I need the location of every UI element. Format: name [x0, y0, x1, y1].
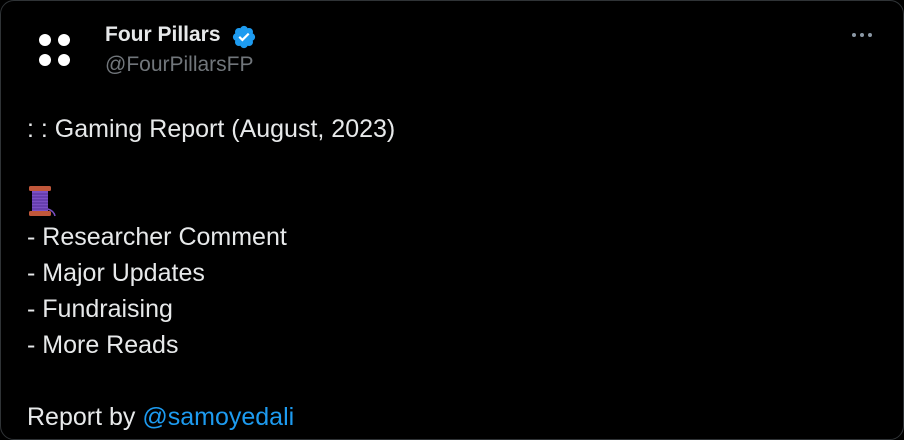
avatar[interactable] — [27, 25, 87, 85]
more-dot-icon — [860, 33, 864, 37]
tweet-text: : : Gaming Report (August, 2023) - Resea… — [27, 111, 867, 435]
list-item: - Researcher Comment — [27, 223, 287, 251]
thread-emoji-line — [27, 183, 867, 219]
tweet-card: Four Pillars @FourPillarsFP : : Gaming R… — [0, 0, 904, 440]
avatar-dot — [39, 34, 51, 46]
list-item: - Fundraising — [27, 295, 173, 323]
avatar-dot — [58, 34, 70, 46]
verified-badge-icon — [232, 25, 256, 49]
list-item: - Major Updates — [27, 259, 205, 287]
credit-line: Report by @samoyedali — [27, 399, 867, 435]
list-item: - More Reads — [27, 331, 179, 359]
more-dot-icon — [868, 33, 872, 37]
more-dot-icon — [852, 33, 856, 37]
avatar-dot — [39, 54, 51, 66]
more-options-button[interactable] — [847, 23, 877, 47]
author-name[interactable]: Four Pillars — [105, 23, 221, 47]
avatar-dot — [58, 54, 70, 66]
thread-spool-icon — [29, 186, 56, 217]
credit-prefix: Report by — [27, 403, 143, 431]
author-handle[interactable]: @FourPillarsFP — [105, 53, 254, 77]
tweet-title-line: : : Gaming Report (August, 2023) — [27, 115, 396, 143]
mention-link[interactable]: @samoyedali — [142, 403, 294, 431]
